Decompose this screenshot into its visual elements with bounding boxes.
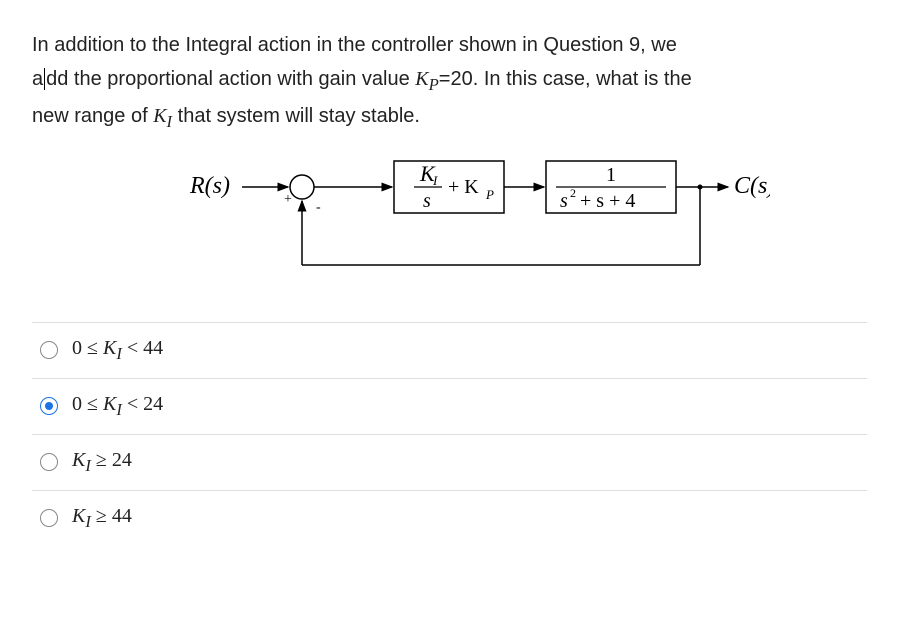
option-label: 0 ≤ KI < 24 [72, 393, 163, 420]
summing-junction [290, 175, 314, 199]
prompt-l2-b: dd the proportional action with gain val… [46, 68, 415, 90]
kp-var: K [415, 68, 428, 90]
svg-text:I: I [432, 173, 438, 188]
answer-options: 0 ≤ KI < 44 0 ≤ KI < 24 KI ≥ 24 KI ≥ 44 [32, 322, 867, 546]
block-diagram: R(s) + - K I s + K P 1 s [32, 155, 867, 300]
option-1[interactable]: 0 ≤ KI < 44 [32, 323, 867, 379]
prompt-line-1: In addition to the Integral action in th… [32, 34, 677, 56]
radio-icon [40, 341, 58, 359]
option-label: KI ≥ 24 [72, 449, 132, 476]
prompt-l2-a: a [32, 68, 43, 90]
svg-text:P: P [485, 187, 494, 202]
option-3[interactable]: KI ≥ 24 [32, 435, 867, 491]
radio-icon [40, 453, 58, 471]
option-2[interactable]: 0 ≤ KI < 24 [32, 379, 867, 435]
radio-icon [40, 397, 58, 415]
svg-text:+ s + 4: + s + 4 [580, 190, 635, 212]
question-prompt: In addition to the Integral action in th… [32, 28, 867, 137]
text-caret [44, 68, 45, 90]
option-label: 0 ≤ KI < 44 [72, 337, 163, 364]
radio-icon [40, 509, 58, 527]
prompt-l3-a: new range of [32, 105, 153, 127]
kp-value: =20. In this case, what is the [439, 68, 692, 90]
question-container: In addition to the Integral action in th… [0, 0, 899, 574]
kp-sub: P [429, 75, 439, 94]
svg-text:2: 2 [570, 186, 576, 200]
svg-text:s: s [560, 190, 568, 212]
option-label: KI ≥ 44 [72, 505, 132, 532]
svg-text:1: 1 [606, 164, 616, 186]
output-label: C(s) [734, 173, 770, 199]
plus-sign: + [284, 192, 292, 207]
svg-text:s: s [423, 190, 431, 212]
prompt-l3-b: that system will stay stable. [172, 105, 420, 127]
input-label: R(s) [189, 173, 230, 199]
minus-sign: - [316, 200, 321, 215]
ki-var: K [153, 105, 166, 127]
option-4[interactable]: KI ≥ 44 [32, 491, 867, 546]
svg-text:+ K: + K [448, 176, 479, 198]
